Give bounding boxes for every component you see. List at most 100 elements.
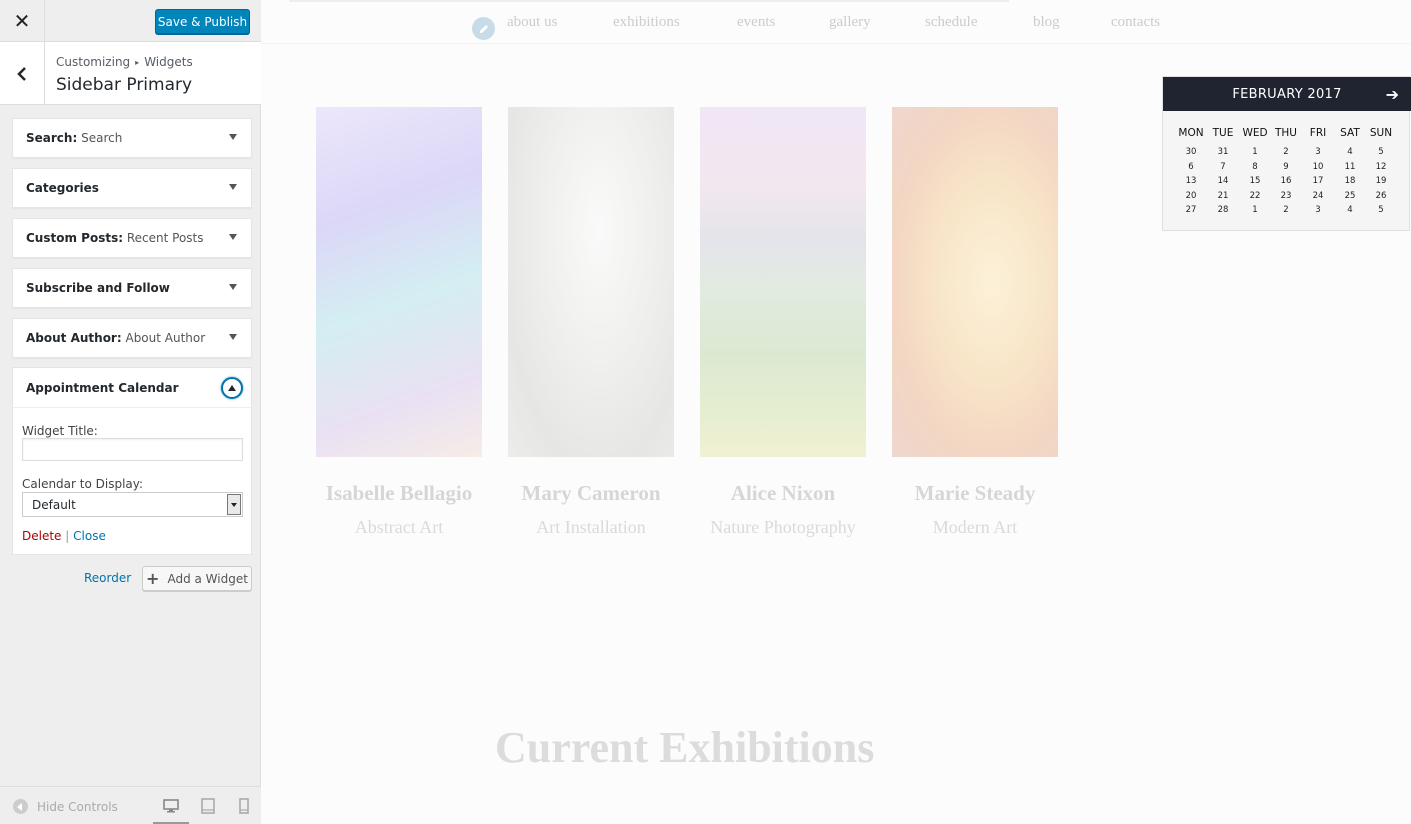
expand-arrow-icon[interactable] (229, 184, 237, 190)
artist-image-sculpture[interactable] (508, 107, 674, 457)
pencil-icon (479, 24, 488, 33)
artist-name[interactable]: Mary Cameron (491, 481, 691, 506)
calendar-day[interactable]: 10 (1302, 162, 1334, 172)
calendar-weekday: SAT (1340, 127, 1360, 139)
calendar-day[interactable]: 9 (1270, 162, 1302, 172)
widget-title: Search: Search (26, 131, 123, 145)
delete-link[interactable]: Delete (22, 529, 61, 543)
calendar-day[interactable]: 17 (1302, 176, 1334, 186)
calendar-day[interactable]: 24 (1302, 191, 1334, 201)
desktop-icon[interactable] (162, 797, 180, 815)
next-month-arrow-icon[interactable]: ➔ (1386, 85, 1399, 104)
calendar-day[interactable]: 15 (1239, 176, 1271, 186)
calendar-display-label: Calendar to Display: (22, 477, 144, 491)
calendar-day[interactable]: 8 (1239, 162, 1271, 172)
calendar-day[interactable]: 14 (1207, 176, 1239, 186)
calendar-day[interactable]: 3 (1302, 147, 1334, 157)
tablet-icon[interactable] (199, 797, 217, 815)
artist-name[interactable]: Alice Nixon (683, 481, 883, 506)
calendar-day[interactable]: 5 (1365, 205, 1397, 215)
section-header: Customizing ▸ Widgets Sidebar Primary (0, 42, 261, 105)
artist-image-abstract[interactable] (316, 107, 482, 457)
save-publish-button[interactable]: Save & Publish (155, 9, 250, 34)
calendar-day[interactable]: 7 (1207, 162, 1239, 172)
calendar-day[interactable]: 27 (1175, 205, 1207, 215)
artist-discipline: Modern Art (932, 517, 1018, 537)
artist-image-portrait[interactable] (892, 107, 1058, 457)
calendar-day[interactable]: 6 (1175, 162, 1207, 172)
widget-custom-posts[interactable]: Custom Posts: Recent Posts (12, 218, 252, 258)
calendar-day[interactable]: 18 (1334, 176, 1366, 186)
calendar-day[interactable]: 1 (1239, 205, 1271, 215)
calendar-day[interactable]: 13 (1175, 176, 1207, 186)
expand-arrow-icon[interactable] (229, 334, 237, 340)
artist-image-landscape[interactable] (700, 107, 866, 457)
breadcrumb: Customizing ▸ Widgets (56, 55, 193, 69)
collapse-arrow-icon (13, 799, 28, 814)
calendar-day[interactable]: 5 (1365, 147, 1397, 157)
collapse-toggle-button[interactable] (221, 377, 243, 399)
calendar-day[interactable]: 12 (1365, 162, 1397, 172)
nav-item-events[interactable]: events (737, 14, 775, 31)
close-customizer-button[interactable]: ✕ (0, 0, 45, 42)
mobile-icon[interactable] (235, 797, 253, 815)
calendar-day[interactable]: 2 (1270, 205, 1302, 215)
calendar-day[interactable]: 21 (1207, 191, 1239, 201)
breadcrumb-item: Widgets (144, 55, 193, 69)
site-navigation: about us exhibitions events gallery sche… (261, 0, 1411, 44)
add-widget-button[interactable]: + Add a Widget (142, 566, 252, 591)
nav-item-contacts[interactable]: contacts (1111, 14, 1160, 31)
breadcrumb-separator-icon: ▸ (135, 58, 140, 67)
nav-item-about-us[interactable]: about us (507, 14, 557, 31)
select-value: Default (32, 498, 76, 512)
expand-arrow-icon[interactable] (229, 234, 237, 240)
calendar-display-select[interactable]: Default (22, 492, 243, 517)
calendar-day[interactable]: 25 (1334, 191, 1366, 201)
hide-controls-button[interactable]: Hide Controls (13, 799, 118, 814)
widget-title-label: Widget Title: (22, 424, 98, 438)
calendar-day[interactable]: 2 (1270, 147, 1302, 157)
calendar-day[interactable]: 4 (1334, 147, 1366, 157)
add-widget-label: Add a Widget (167, 571, 248, 586)
chevron-up-icon (228, 385, 236, 391)
calendar-day[interactable]: 1 (1239, 147, 1271, 157)
calendar-day[interactable]: 23 (1270, 191, 1302, 201)
nav-item-gallery[interactable]: gallery (829, 14, 871, 31)
calendar-day[interactable]: 16 (1270, 176, 1302, 186)
customizer-sidebar: ✕ Save & Publish Customizing ▸ Widgets Sid… (0, 0, 261, 824)
edit-shortcut-button[interactable] (472, 17, 495, 40)
expand-arrow-icon[interactable] (229, 284, 237, 290)
widget-categories[interactable]: Categories (12, 168, 252, 208)
expand-arrow-icon[interactable] (229, 134, 237, 140)
widget-about-author[interactable]: About Author: About Author (12, 318, 252, 358)
back-button[interactable] (0, 42, 45, 105)
nav-item-exhibitions[interactable]: exhibitions (613, 14, 680, 31)
widget-title: About Author: About Author (26, 331, 206, 345)
customizer-header: ✕ Save & Publish (0, 0, 261, 42)
dropdown-arrow-icon[interactable] (227, 494, 241, 515)
artist-name[interactable]: Marie Steady (875, 481, 1075, 506)
calendar-day[interactable]: 19 (1365, 176, 1397, 186)
calendar-day[interactable]: 31 (1207, 147, 1239, 157)
calendar-month-label: FEBRUARY 2017 (1232, 87, 1342, 102)
widget-subscribe-follow[interactable]: Subscribe and Follow (12, 268, 252, 308)
artist-name[interactable]: Isabelle Bellagio (299, 481, 499, 506)
nav-item-blog[interactable]: blog (1033, 14, 1060, 31)
calendar-day[interactable]: 4 (1334, 205, 1366, 215)
close-link[interactable]: Close (73, 529, 106, 543)
nav-item-schedule[interactable]: schedule (925, 14, 977, 31)
widget-title-input[interactable] (22, 438, 243, 461)
widget-header[interactable]: Appointment Calendar (13, 368, 251, 408)
widget-search[interactable]: Search: Search (12, 118, 252, 158)
reorder-link[interactable]: Reorder (84, 571, 131, 585)
calendar-day[interactable]: 30 (1175, 147, 1207, 157)
calendar-day[interactable]: 20 (1175, 191, 1207, 201)
calendar-day[interactable]: 22 (1239, 191, 1271, 201)
widget-title: Appointment Calendar (26, 381, 179, 395)
calendar-day[interactable]: 26 (1365, 191, 1397, 201)
calendar-day[interactable]: 11 (1334, 162, 1366, 172)
calendar-weekday: TUE (1212, 127, 1234, 139)
calendar-weekday: FRI (1309, 127, 1327, 139)
calendar-day[interactable]: 28 (1207, 205, 1239, 215)
calendar-day[interactable]: 3 (1302, 205, 1334, 215)
